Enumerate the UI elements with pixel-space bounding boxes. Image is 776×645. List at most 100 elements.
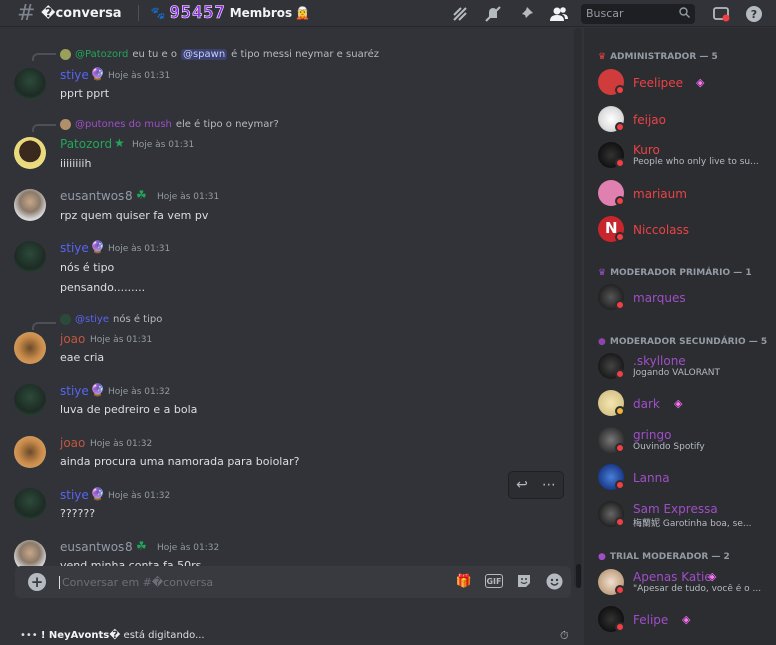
role-icon: 🔮 [90, 487, 105, 501]
message-composer: + 🎁 GIF [15, 566, 571, 598]
gift-icon[interactable]: 🎁 [455, 572, 473, 590]
member-name: marques [633, 291, 686, 305]
reply-avatar [60, 119, 71, 130]
role-icon: ★ [114, 136, 125, 150]
idle-status-icon [615, 406, 625, 416]
reply-icon[interactable]: ↩ [516, 477, 528, 493]
avatar[interactable] [14, 241, 46, 273]
reply-connector [32, 53, 56, 61]
avatar[interactable] [14, 189, 46, 221]
timestamp: Hoje às 01:31 [132, 140, 195, 150]
nitro-boost-icon: ◈ [674, 397, 683, 410]
username[interactable]: joao [60, 332, 85, 346]
emoji-icon[interactable] [545, 572, 563, 590]
message-text: nós é tipo [60, 261, 115, 274]
dnd-status-icon [615, 443, 625, 453]
username[interactable]: stiye [60, 68, 89, 82]
reply-preview[interactable]: @stiye nós é tipo [60, 314, 162, 325]
member-item[interactable]: Feelipee ◈ [598, 68, 774, 98]
nitro-boost-icon: ◈ [696, 76, 705, 89]
avatar[interactable] [14, 488, 46, 520]
message-actions[interactable]: ↩ ⋯ [508, 471, 564, 499]
member-name: gringo [633, 428, 672, 442]
reply-preview[interactable]: @Patozord eu tu e o @spawn é tipo messi … [60, 49, 379, 60]
member-status: "Apesar de tudo, você é o ... [633, 584, 762, 594]
message-input[interactable] [59, 575, 419, 589]
username[interactable]: eusantwos [60, 540, 124, 554]
sticker-icon[interactable] [515, 572, 533, 590]
reply-preview[interactable]: @putones do mush ele é tipo o neymar? [60, 119, 279, 130]
member-list-icon[interactable] [548, 3, 570, 25]
dnd-status-icon [615, 517, 625, 527]
paw-icon: 🐾 [150, 6, 166, 20]
username[interactable]: stiye [60, 241, 89, 255]
scrollbar-thumb[interactable] [576, 564, 581, 588]
primary-mod-role-icon: ♛ [598, 268, 607, 278]
role-group-header: ● TRIAL MODERADOR — 2 [598, 552, 730, 562]
member-item[interactable]: gringo Ouvindo Spotify [598, 426, 774, 456]
user-tag: 8 [125, 540, 133, 554]
more-options-icon[interactable]: ⋯ [542, 477, 556, 493]
username[interactable]: stiye [60, 488, 89, 502]
member-item[interactable]: Felipe ◈ [598, 605, 774, 635]
member-item[interactable]: feijao [598, 105, 774, 135]
member-name: Apenas Katie [633, 570, 712, 584]
dnd-status-icon [615, 300, 625, 310]
username[interactable]: eusantwos [60, 189, 124, 203]
pin-icon[interactable] [515, 3, 537, 25]
timestamp: Hoje às 01:31 [108, 244, 171, 254]
avatar[interactable] [14, 137, 46, 169]
avatar[interactable] [14, 384, 46, 416]
role-group-header: ♛ MODERADOR PRIMÁRIO — 1 [598, 268, 752, 278]
search-input[interactable]: Buscar [581, 3, 695, 24]
help-icon[interactable]: ? [743, 3, 765, 25]
member-item[interactable]: Kuro People who only live to su... [598, 141, 774, 171]
add-attachment-button[interactable]: + [28, 573, 46, 591]
gif-button[interactable]: GIF [485, 574, 503, 588]
member-item[interactable]: Sam Expressa 梅蘭妮 Garotinha boa, se... [598, 500, 774, 530]
message-list[interactable]: @Patozord eu tu e o @spawn é tipo messi … [0, 28, 584, 645]
member-item[interactable]: dark ◈ [598, 389, 774, 419]
member-name: Felipe [633, 613, 669, 627]
username[interactable]: stiye [60, 384, 89, 398]
role-group-title: MODERADOR PRIMÁRIO — 1 [610, 268, 752, 278]
notifications-muted-icon[interactable] [482, 3, 504, 25]
clover-icon: ☘ [136, 539, 147, 553]
role-group-title: MODERADOR SECUNDÁRIO — 5 [609, 337, 768, 347]
dnd-status-icon [615, 158, 625, 168]
username[interactable]: joao [60, 436, 85, 450]
avatar[interactable] [14, 68, 46, 100]
scrollbar-track[interactable] [574, 28, 582, 588]
search-placeholder: Buscar [586, 7, 624, 20]
username[interactable]: Patozord [60, 137, 112, 151]
dnd-status-icon [615, 122, 625, 132]
timestamp: Hoje às 01:32 [108, 491, 171, 501]
role-group-header: ♛ ADMINISTRADOR — 5 [598, 52, 718, 62]
threads-icon[interactable] [449, 3, 471, 25]
member-name: feijao [633, 113, 666, 127]
member-item[interactable]: .skyllone Jogando VALORANT [598, 352, 774, 382]
channel-name: �conversa [41, 5, 122, 21]
reply-text: eu tu e o [132, 49, 177, 60]
message-text: rpz quem quiser fa vem pv [60, 209, 209, 222]
role-icon: 🔮 [90, 67, 105, 81]
slowmode-timer-icon: ⏱ [560, 629, 569, 642]
member-item[interactable]: Apenas Katie ◈ "Apesar de tudo, você é o… [598, 568, 774, 598]
typing-dots-icon: ••• [20, 630, 38, 641]
role-group-header: ● MODERADOR SECUNDÁRIO — 5 [598, 337, 767, 347]
timestamp: Hoje às 01:32 [90, 439, 153, 449]
avatar[interactable] [14, 332, 46, 364]
member-item[interactable]: N Niccolass [598, 215, 774, 245]
inbox-icon[interactable] [710, 3, 732, 25]
reply-connector [32, 322, 56, 330]
member-item[interactable]: Lanna [598, 463, 774, 493]
member-item[interactable]: mariaum [598, 179, 774, 209]
message-text: pprt pprt [60, 87, 110, 100]
reply-text: nós é tipo [112, 314, 163, 325]
timestamp: Hoje às 01:31 [108, 71, 171, 81]
dnd-status-icon [615, 585, 625, 595]
dnd-status-icon [615, 196, 625, 206]
member-item[interactable]: marques [598, 283, 774, 313]
member-status: Ouvindo Spotify [633, 442, 705, 452]
avatar[interactable] [14, 436, 46, 468]
